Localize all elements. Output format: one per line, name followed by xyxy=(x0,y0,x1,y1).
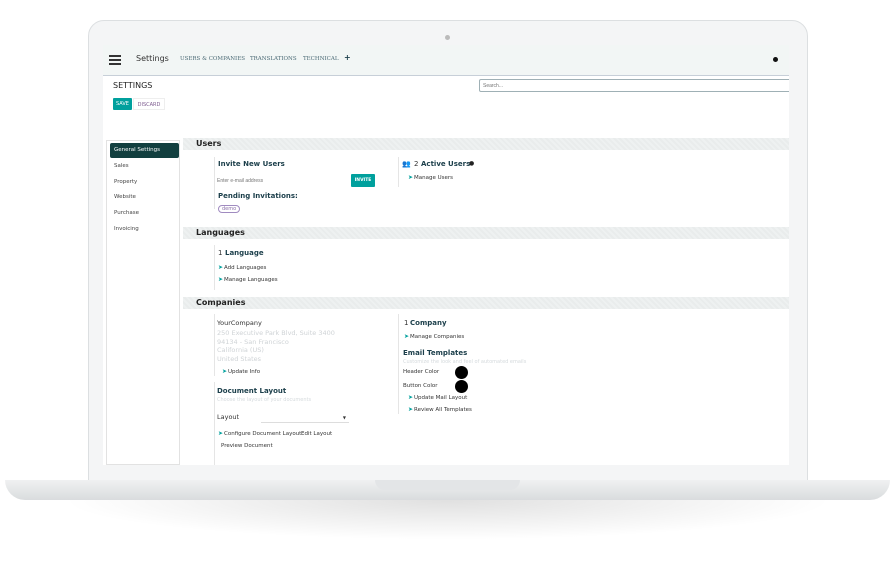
languages-section-header: Languages xyxy=(183,227,789,239)
arrow-right-icon: ➤ xyxy=(408,406,414,413)
button-color-label: Button Color xyxy=(403,383,438,389)
company-count-label: Company xyxy=(410,319,447,327)
company-name: YourCompany xyxy=(217,319,262,327)
arrow-right-icon: ➤ xyxy=(222,368,228,375)
language-count: 1 xyxy=(218,249,223,257)
layout-label: Layout xyxy=(217,413,240,421)
top-navbar: Settings USERS & COMPANIES TRANSLATIONS … xyxy=(103,45,789,76)
preview-document-link[interactable]: Preview Document xyxy=(221,443,273,449)
laptop-shadow xyxy=(60,500,835,540)
company-address-line: California (US) xyxy=(217,346,264,354)
arrow-right-icon: ➤ xyxy=(218,430,224,437)
companies-section-header: Companies xyxy=(183,297,789,309)
edit-layout-link[interactable]: Edit Layout xyxy=(301,431,332,437)
menu-technical[interactable]: TECHNICAL xyxy=(303,56,339,62)
bug-icon[interactable] xyxy=(773,57,778,62)
sidebar-item-invoicing[interactable]: Invoicing xyxy=(110,222,179,237)
header-color-swatch[interactable] xyxy=(455,366,468,379)
email-templates-description: Customize the look and feel of automated… xyxy=(403,359,527,365)
email-templates-title: Email Templates xyxy=(403,349,468,357)
button-color-swatch[interactable] xyxy=(455,380,468,393)
manage-users-link[interactable]: Manage Users xyxy=(414,175,453,181)
arrow-right-icon: ➤ xyxy=(218,276,224,283)
sidebar-item-general-settings[interactable]: General Settings xyxy=(110,143,179,158)
company-address-line: 250 Executive Park Blvd, Suite 3400 xyxy=(217,329,335,337)
sidebar-item-property[interactable]: Property xyxy=(110,175,179,190)
arrow-right-icon: ➤ xyxy=(404,333,410,340)
language-label: Language xyxy=(225,249,264,257)
caret-down-icon: ▼ xyxy=(342,415,346,420)
menu-users-companies[interactable]: USERS & COMPANIES xyxy=(180,56,245,62)
document-layout-description: Choose the layout of your documents xyxy=(217,397,312,403)
camera-icon xyxy=(445,35,450,40)
menu-icon[interactable] xyxy=(109,55,121,65)
manage-languages-link[interactable]: Manage Languages xyxy=(224,277,278,283)
review-templates-link[interactable]: Review All Templates xyxy=(414,407,472,413)
help-icon[interactable]: ● xyxy=(469,160,474,167)
add-menu-icon[interactable]: + xyxy=(344,53,351,62)
document-layout-title: Document Layout xyxy=(217,387,287,395)
invite-button[interactable]: INVITE xyxy=(351,174,375,187)
laptop-notch xyxy=(375,480,520,490)
pending-user-badge[interactable]: demo xyxy=(218,205,241,213)
invite-title: Invite New Users xyxy=(218,160,285,168)
search-input[interactable] xyxy=(479,79,789,92)
layout-select[interactable]: ▼ xyxy=(261,413,349,423)
app-title: Settings xyxy=(136,54,169,63)
active-users-label: Active Users xyxy=(421,160,471,168)
arrow-right-icon: ➤ xyxy=(408,174,414,181)
screen: Settings USERS & COMPANIES TRANSLATIONS … xyxy=(103,45,789,465)
company-address-line: United States xyxy=(217,355,262,363)
arrow-right-icon: ➤ xyxy=(408,394,414,401)
email-input[interactable] xyxy=(217,176,342,186)
pending-title: Pending Invitations: xyxy=(218,192,298,200)
discard-button[interactable]: DISCARD xyxy=(133,98,165,110)
header-color-label: Header Color xyxy=(403,369,440,375)
save-button[interactable]: SAVE xyxy=(113,98,132,110)
sidebar-item-website[interactable]: Website xyxy=(110,190,179,205)
update-info-link[interactable]: Update Info xyxy=(228,369,260,375)
sidebar-item-purchase[interactable]: Purchase xyxy=(110,206,179,221)
configure-document-layout-link[interactable]: Configure Document Layout xyxy=(224,431,301,437)
users-icon: 👥 xyxy=(402,160,411,168)
update-mail-layout-link[interactable]: Update Mail Layout xyxy=(414,395,467,401)
page-title: SETTINGS xyxy=(113,81,153,90)
active-users-count: 2 xyxy=(414,160,419,168)
menu-translations[interactable]: TRANSLATIONS xyxy=(250,56,297,62)
users-section-header: Users xyxy=(183,138,789,150)
arrow-right-icon: ➤ xyxy=(218,264,224,271)
manage-companies-link[interactable]: Manage Companies xyxy=(410,334,464,340)
company-count: 1 xyxy=(404,319,409,327)
sidebar-item-sales[interactable]: Sales xyxy=(110,159,179,174)
add-languages-link[interactable]: Add Languages xyxy=(224,265,266,271)
